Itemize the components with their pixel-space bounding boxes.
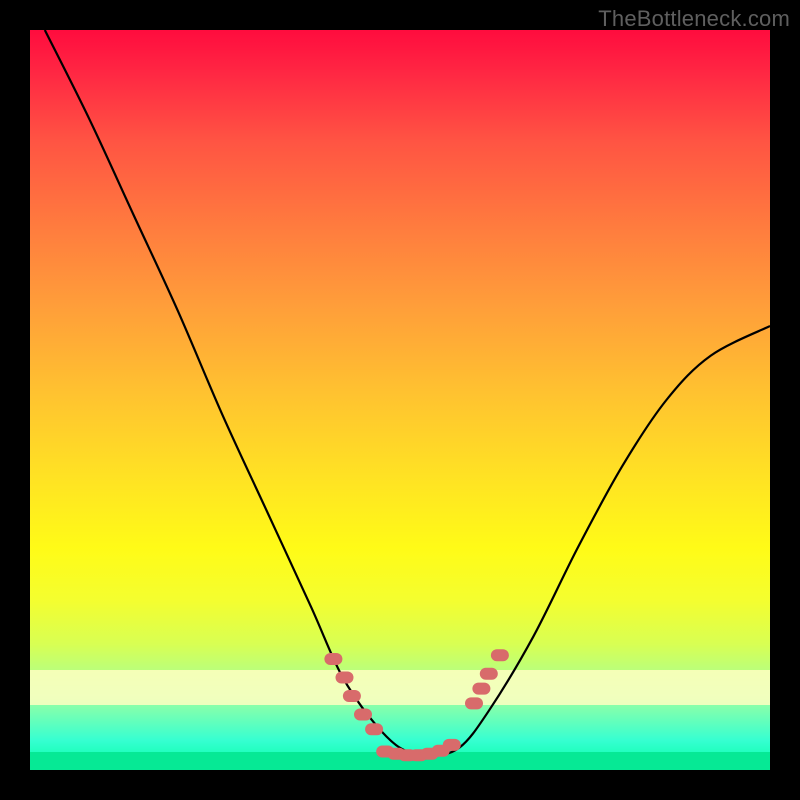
bottleneck-curve — [45, 30, 770, 755]
marker-right-cluster — [465, 697, 483, 709]
curve-layer — [30, 30, 770, 770]
marker-right-cluster — [480, 668, 498, 680]
marker-valley-floor — [443, 739, 461, 751]
marker-left-cluster — [324, 653, 342, 665]
marker-left-cluster — [343, 690, 361, 702]
marker-right-cluster — [472, 683, 490, 695]
curve-markers — [324, 649, 509, 761]
chart-stage: TheBottleneck.com — [0, 0, 800, 800]
marker-left-cluster — [336, 672, 354, 684]
marker-left-cluster — [354, 709, 372, 721]
attribution-label: TheBottleneck.com — [598, 6, 790, 32]
marker-right-cluster — [491, 649, 509, 661]
plot-area — [30, 30, 770, 770]
marker-left-cluster — [365, 723, 383, 735]
